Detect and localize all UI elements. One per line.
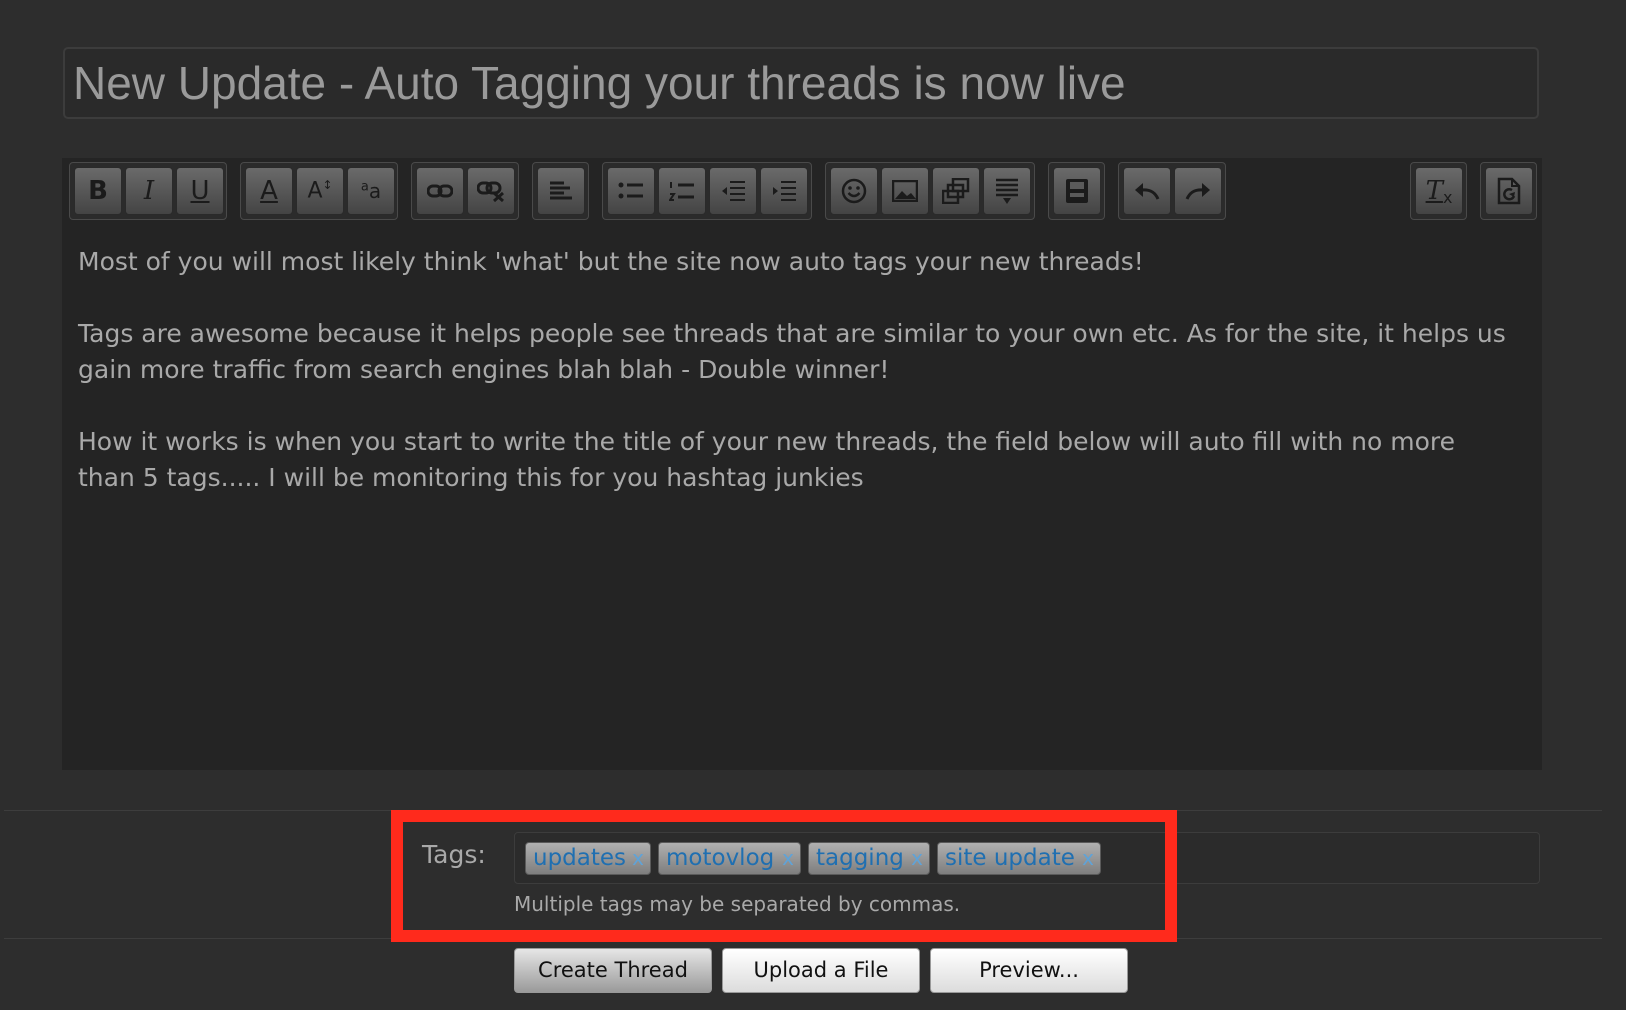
post-paragraph: Tags are awesome because it helps people… xyxy=(78,319,1506,384)
italic-icon[interactable]: I xyxy=(125,167,173,215)
thread-title-input[interactable] xyxy=(63,47,1539,119)
highlight-box xyxy=(391,810,1177,942)
rich-text-editor[interactable]: B I U A A↕ aa T x Most of you will most … xyxy=(62,158,1542,770)
unlink-icon[interactable] xyxy=(467,167,515,215)
editor-content[interactable]: Most of you will most likely think 'what… xyxy=(78,244,1518,532)
undo-icon[interactable] xyxy=(1123,167,1171,215)
bold-icon[interactable]: B xyxy=(74,167,122,215)
switch-mode-icon[interactable] xyxy=(1485,167,1533,215)
quote-icon[interactable] xyxy=(983,167,1031,215)
save-draft-icon[interactable] xyxy=(1053,167,1101,215)
bullet-list-icon[interactable] xyxy=(607,167,655,215)
font-size-icon[interactable]: A↕ xyxy=(296,167,344,215)
create-thread-button[interactable]: Create Thread xyxy=(514,948,712,993)
numbered-list-icon[interactable] xyxy=(658,167,706,215)
editor-toolbar: B I U A A↕ aa T x xyxy=(62,158,1542,228)
underline-icon[interactable]: U xyxy=(176,167,224,215)
image-icon[interactable] xyxy=(881,167,929,215)
smiley-icon[interactable] xyxy=(830,167,878,215)
link-icon[interactable] xyxy=(416,167,464,215)
font-color-icon[interactable]: A xyxy=(245,167,293,215)
align-icon[interactable] xyxy=(537,167,585,215)
post-paragraph: How it works is when you start to write … xyxy=(78,427,1456,492)
media-icon[interactable] xyxy=(932,167,980,215)
indent-icon[interactable] xyxy=(760,167,808,215)
outdent-icon[interactable] xyxy=(709,167,757,215)
remove-format-icon[interactable]: Tx xyxy=(1415,167,1463,215)
upload-file-button[interactable]: Upload a File xyxy=(722,948,920,993)
post-paragraph: Most of you will most likely think 'what… xyxy=(78,247,1144,276)
preview-button[interactable]: Preview... xyxy=(930,948,1128,993)
font-family-icon[interactable]: aa xyxy=(347,167,395,215)
redo-icon[interactable] xyxy=(1174,167,1222,215)
